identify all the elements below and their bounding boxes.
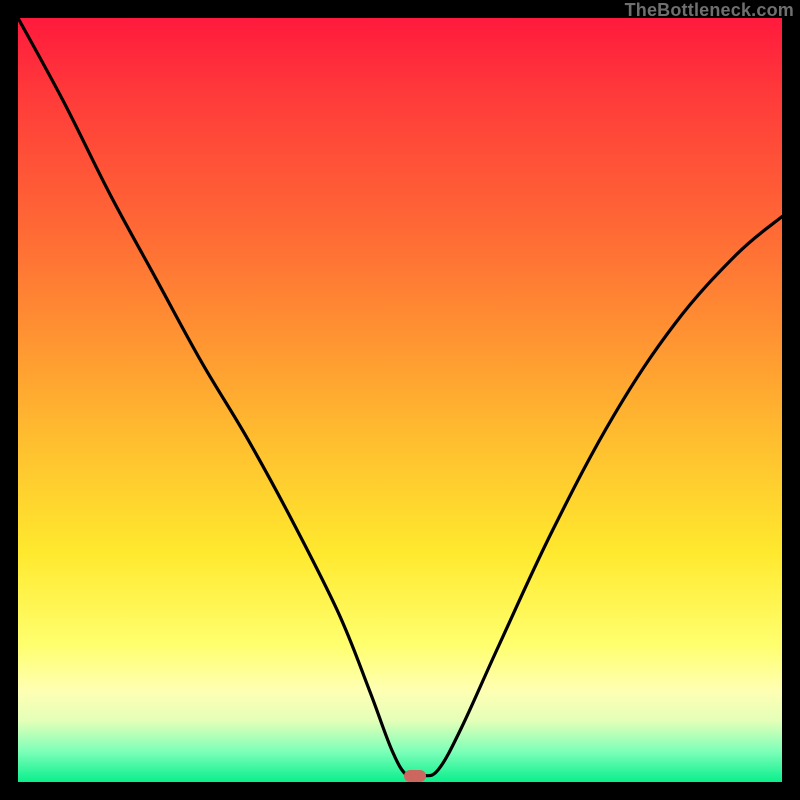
- optimum-marker: [404, 770, 426, 782]
- watermark-text: TheBottleneck.com: [625, 0, 794, 21]
- gradient-plot: [18, 18, 782, 782]
- bottleneck-curve: [18, 18, 782, 782]
